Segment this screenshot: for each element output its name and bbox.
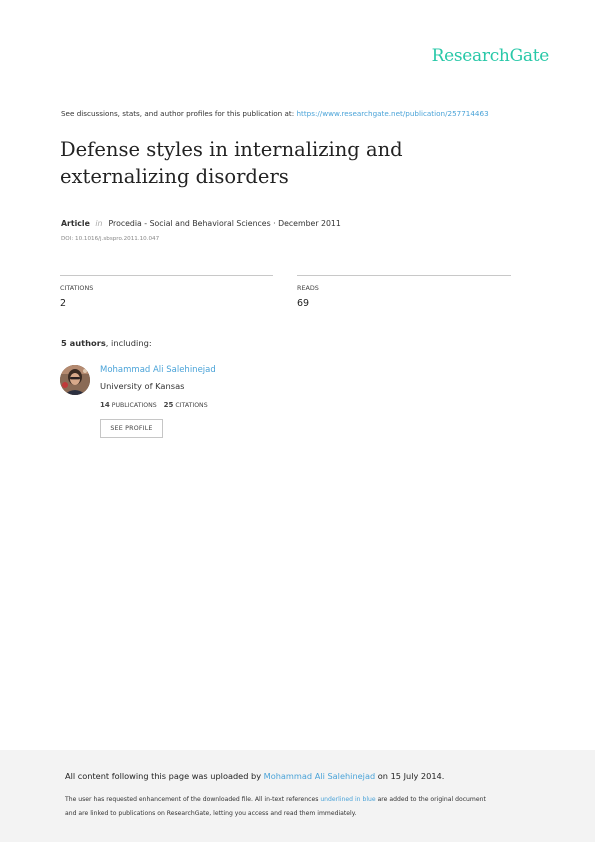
citations-value: 2 bbox=[60, 298, 67, 309]
authors-including: , including: bbox=[105, 338, 152, 348]
journal-info[interactable]: Procedia - Social and Behavioral Science… bbox=[108, 219, 340, 228]
uploaded-line: All content following this page was uplo… bbox=[65, 771, 444, 781]
discussion-line: See discussions, stats, and author profi… bbox=[61, 109, 489, 118]
publication-meta: Article in Procedia - Social and Behavior… bbox=[61, 219, 341, 228]
reads-value: 69 bbox=[297, 298, 310, 309]
author-avatar[interactable] bbox=[60, 365, 90, 395]
underlined-in-blue-link[interactable]: underlined in blue bbox=[320, 796, 375, 803]
reads-divider bbox=[297, 275, 511, 276]
doi: DOI: 10.1016/j.sbspro.2011.10.047 bbox=[61, 236, 160, 242]
enhancement-note: The user has requested enhancement of th… bbox=[65, 796, 486, 803]
author-publications-count: 14 bbox=[100, 401, 110, 409]
citations-label: CITATIONS bbox=[60, 284, 94, 292]
publication-url-link[interactable]: https://www.researchgate.net/publication… bbox=[296, 109, 488, 118]
in-label: in bbox=[95, 219, 103, 228]
authors-count: 5 authors bbox=[61, 338, 106, 348]
reads-label: READS bbox=[297, 284, 319, 292]
citations-divider bbox=[60, 275, 273, 276]
author-stats: 14 PUBLICATIONS 25 CITATIONS bbox=[100, 401, 208, 409]
note-suffix: are added to the original document bbox=[375, 796, 486, 803]
article-type: Article bbox=[61, 219, 90, 228]
avatar-photo-icon bbox=[60, 365, 90, 395]
linked-publications-note: and are linked to publications on Resear… bbox=[65, 810, 357, 817]
author-citations-count: 25 bbox=[163, 401, 174, 409]
note-prefix: The user has requested enhancement of th… bbox=[65, 796, 321, 803]
researchgate-logo[interactable]: ResearchGate bbox=[432, 46, 550, 66]
uploaded-prefix: All content following this page was uplo… bbox=[65, 771, 264, 781]
author-institution: University of Kansas bbox=[100, 381, 185, 391]
uploader-link[interactable]: Mohammad Ali Salehinejad bbox=[264, 771, 376, 781]
author-publications-label: PUBLICATIONS bbox=[111, 402, 157, 409]
author-citations-label: CITATIONS bbox=[175, 402, 208, 409]
uploaded-suffix: on 15 July 2014. bbox=[375, 771, 445, 781]
authors-heading: 5 authors, including: bbox=[61, 338, 152, 348]
publication-title: Defense styles in internalizing and exte… bbox=[60, 138, 403, 188]
author-name-link[interactable]: Mohammad Ali Salehinejad bbox=[100, 365, 216, 375]
discussion-text: See discussions, stats, and author profi… bbox=[61, 109, 297, 118]
see-profile-button[interactable]: SEE PROFILE bbox=[100, 419, 163, 438]
